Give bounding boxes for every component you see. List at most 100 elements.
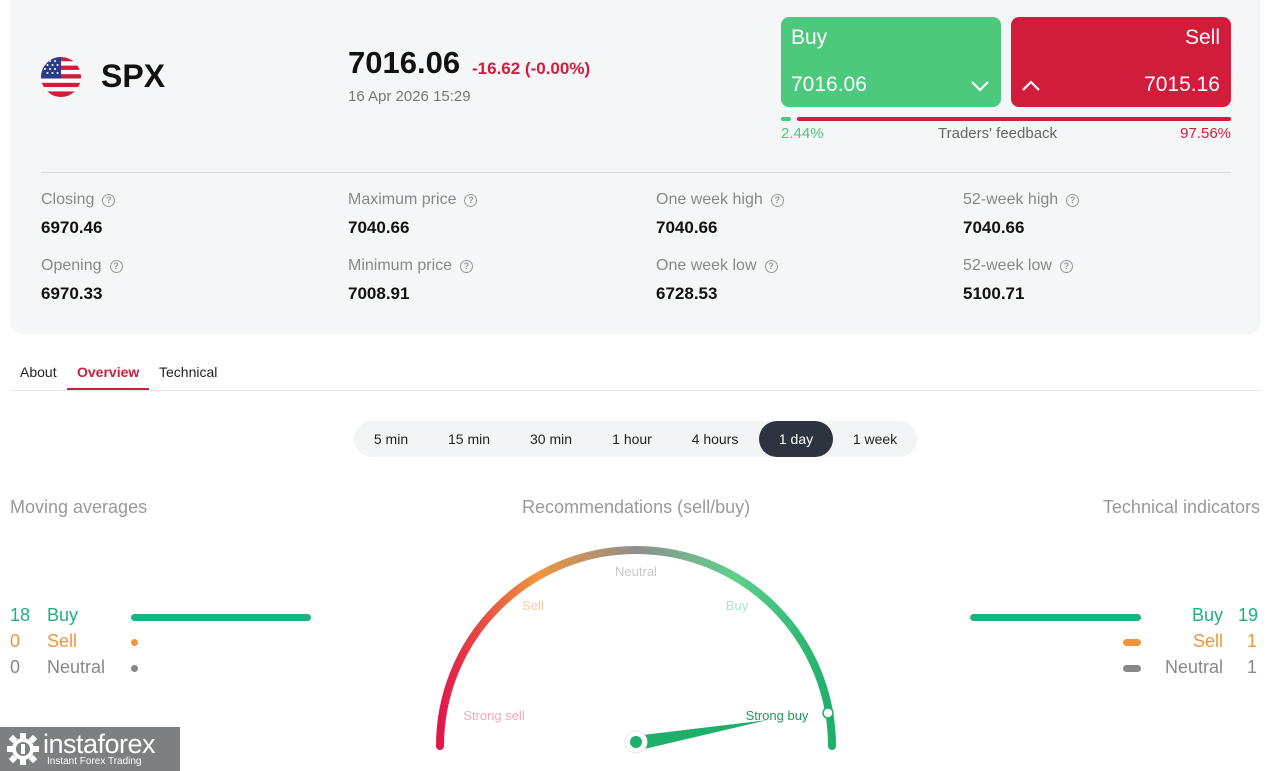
period-30-min[interactable]: 30 min [515,421,587,457]
tab-overview[interactable]: Overview [77,364,139,380]
stat-label: Maximum price [348,191,457,208]
current-price: 7016.06 [348,45,461,80]
help-icon[interactable]: ? [1059,259,1073,273]
buy-button-label: Buy [791,26,828,49]
stat-opening: Opening? 6970.33 [41,257,123,304]
ma-sell-bar [131,639,138,646]
help-icon[interactable]: ? [770,193,784,207]
help-icon[interactable]: ? [102,193,116,207]
instaforex-logo-icon [7,733,39,765]
logo-tagline: Instant Forex Trading [47,756,142,767]
help-icon[interactable]: ? [764,259,778,273]
instaforex-logo[interactable]: instaforex Instant Forex Trading [0,727,180,771]
us-flag-icon [41,57,81,97]
stat-label: 52-week low [963,257,1052,274]
gauge-active-dot [822,707,834,719]
ti-neutral-label: Neutral [1165,657,1224,677]
ma-buy-count: 18 [10,605,31,625]
gauge-label-strong-sell: Strong sell [463,708,525,723]
moving-averages-title: Moving averages [10,497,148,517]
stat-value: 6970.33 [41,284,103,303]
stat-maximum-price: Maximum price? 7040.66 [348,191,478,238]
ma-sell-count: 0 [10,631,21,651]
ma-neutral-bar [131,665,138,672]
period-1-hour[interactable]: 1 hour [597,421,667,457]
ma-neutral-label: Neutral [47,657,106,677]
feedback-sell-bar [797,117,1231,121]
ti-buy-count: 19 [1238,605,1259,625]
stat-value: 7040.66 [963,218,1025,237]
stat-52-week-high: 52-week high? 7040.66 [963,191,1080,238]
period-4-hours[interactable]: 4 hours [678,421,752,457]
ti-buy-bar [970,614,1141,621]
technical-indicators-title: Technical indicators [1102,497,1260,517]
stat-value: 6728.53 [656,284,718,303]
stat-value: 5100.71 [963,284,1025,303]
gauge-hub-center [630,736,642,748]
stat-label: Closing [41,191,95,208]
feedback-buy-percent: 2.44% [781,125,824,142]
gauge-label-sell: Sell [522,598,544,613]
ti-neutral-bar [1123,665,1141,672]
tab-about[interactable]: About [20,364,57,380]
sell-price: 7015.16 [1144,73,1220,96]
feedback-buy-bar [781,117,791,121]
ti-sell-label: Sell [1193,631,1224,651]
help-icon[interactable]: ? [464,193,478,207]
ti-sell-count: 1 [1247,631,1258,651]
recommendation-gauge: Neutral Sell Buy Strong sell Strong buy [436,546,836,754]
buy-button[interactable]: Buy 7016.06 [781,17,1001,107]
gauge-needle [634,720,768,750]
gauge-label-neutral: Neutral [615,564,657,579]
ma-buy-bar [131,614,311,621]
stat-label: One week high [656,191,763,208]
price-change: -16.62 (-0.00%) [472,59,591,78]
stat-52-week-low: 52-week low? 5100.71 [963,257,1073,304]
panel-divider [41,172,1231,173]
gauge-label-buy: Buy [726,598,749,613]
help-icon[interactable]: ? [109,259,123,273]
instrument-symbol: SPX [101,58,166,94]
active-tab-indicator [67,388,149,390]
ma-sell-label: Sell [47,631,78,651]
recommendations-title: Recommendations (sell/buy) [522,497,751,517]
ma-buy-label: Buy [47,605,79,625]
stat-one-week-high: One week high? 7040.66 [656,191,784,238]
buy-price: 7016.06 [791,73,867,96]
sell-button[interactable]: Sell 7015.16 [1011,17,1231,107]
stat-value: 6970.46 [41,218,103,237]
feedback-sell-percent: 97.56% [1180,125,1231,142]
stat-value: 7040.66 [656,218,718,237]
ma-row-neutral: 0 Neutral [10,657,130,678]
ti-sell-bar [1123,639,1141,646]
help-icon[interactable]: ? [460,259,474,273]
chevron-up-icon [1022,80,1040,91]
ma-row-buy: 18 Buy [10,605,130,626]
stat-one-week-low: One week low? 6728.53 [656,257,778,304]
stat-value: 7008.91 [348,284,410,303]
period-15-min[interactable]: 15 min [434,421,504,457]
period-1-week[interactable]: 1 week [839,421,911,457]
chevron-down-icon [971,81,989,92]
stat-label: 52-week high [963,191,1059,208]
tab-bar: About Overview Technical [10,355,1261,391]
period-selector: 5 min 15 min 30 min 1 hour 4 hours 1 day… [354,421,917,457]
period-5-min[interactable]: 5 min [358,421,424,457]
ti-buy-label: Buy [1192,605,1224,625]
stat-label: Minimum price [348,257,453,274]
tab-technical[interactable]: Technical [159,364,217,380]
stat-label: One week low [656,257,757,274]
feedback-label: Traders' feedback [938,125,1058,142]
stat-closing: Closing? 6970.46 [41,191,116,238]
gauge-label-strong-buy: Strong buy [746,708,809,723]
stat-minimum-price: Minimum price? 7008.91 [348,257,474,304]
ma-row-sell: 0 Sell [10,631,130,652]
help-icon[interactable]: ? [1066,193,1080,207]
sell-button-label: Sell [1184,26,1220,49]
stat-value: 7040.66 [348,218,410,237]
period-1-day[interactable]: 1 day [759,421,833,457]
quote-datetime: 16 Apr 2026 15:29 [348,88,471,105]
stat-label: Opening [41,257,102,274]
ti-neutral-count: 1 [1247,657,1258,677]
ma-neutral-count: 0 [10,657,21,677]
